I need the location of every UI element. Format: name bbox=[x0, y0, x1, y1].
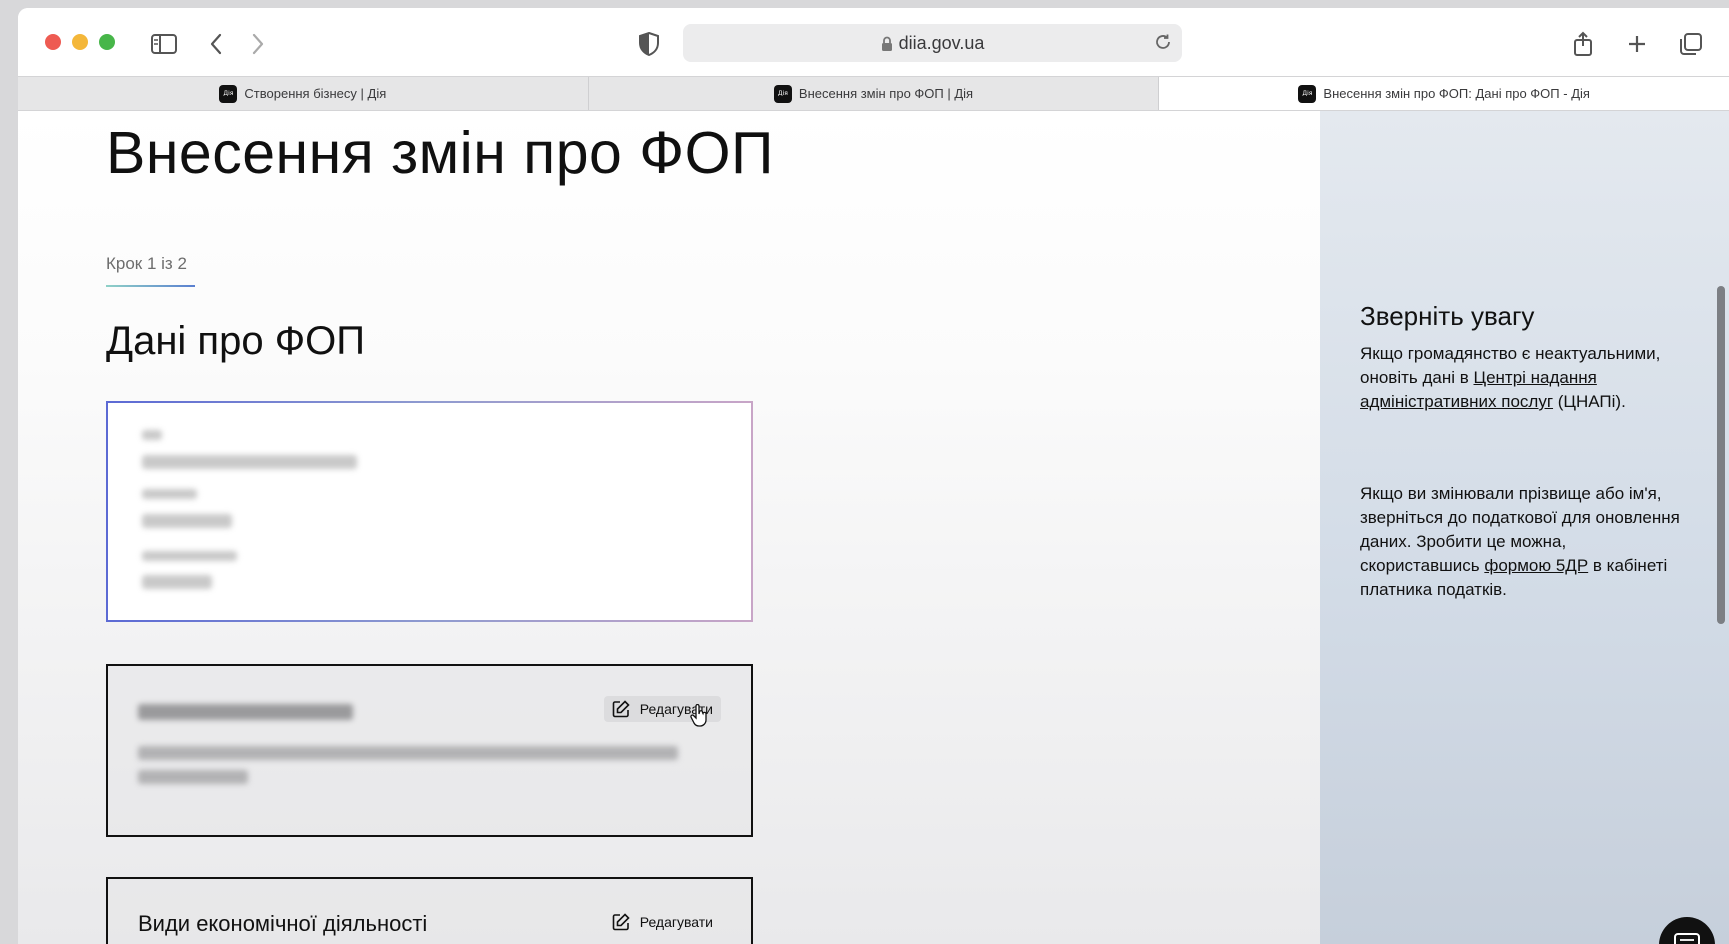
url-text: diia.gov.ua bbox=[898, 32, 985, 53]
notice-paragraph-1: Якщо громадянство є неактуальними, онові… bbox=[1360, 342, 1690, 414]
edit-label: Редагувати bbox=[639, 914, 713, 930]
diia-favicon-icon: Дія bbox=[1298, 84, 1317, 103]
shield-icon[interactable] bbox=[635, 30, 663, 58]
step-progress-line bbox=[106, 285, 195, 287]
page-scrollbar[interactable] bbox=[1717, 286, 1725, 624]
address-bar[interactable]: diia.gov.ua bbox=[683, 24, 1182, 62]
tab-label: Створення бізнесу | Дія bbox=[244, 86, 387, 101]
edit-icon bbox=[612, 700, 630, 718]
blurred-address-line bbox=[138, 746, 678, 760]
notice-paragraph-2: Якщо ви змінювали прізвище або ім'я, зве… bbox=[1360, 482, 1690, 602]
tab-label: Внесення змін про ФОП: Дані про ФОП - Ді… bbox=[1323, 86, 1590, 101]
main-column: Внесення змін про ФОП Крок 1 із 2 Дані п… bbox=[18, 111, 1320, 944]
blurred-label bbox=[142, 430, 162, 440]
edit-activity-button[interactable]: Редагувати bbox=[604, 909, 721, 935]
browser-toolbar: diia.gov.ua bbox=[18, 8, 1729, 76]
reload-icon[interactable] bbox=[1154, 33, 1172, 56]
page-title: Внесення змін про ФОП bbox=[106, 120, 774, 186]
lock-icon bbox=[881, 36, 893, 51]
address-card: Редагувати bbox=[106, 664, 753, 837]
tab-label: Внесення змін про ФОП | Дія bbox=[798, 86, 974, 101]
blurred-value bbox=[142, 514, 232, 528]
edit-icon bbox=[612, 913, 630, 931]
card-title: Види економічної діяльності bbox=[138, 911, 428, 936]
page-content: Внесення змін про ФОП Крок 1 із 2 Дані п… bbox=[18, 111, 1729, 944]
step-indicator: Крок 1 із 2 bbox=[106, 254, 187, 273]
blurred-value bbox=[142, 455, 357, 469]
share-icon[interactable] bbox=[1569, 30, 1597, 58]
tabs-icon[interactable] bbox=[1677, 30, 1705, 58]
hand-cursor-icon bbox=[690, 704, 707, 727]
blurred-label bbox=[142, 551, 237, 561]
notice-title: Зверніть увагу bbox=[1360, 301, 1535, 331]
blurred-label bbox=[142, 489, 197, 499]
diia-favicon-icon: Дія bbox=[219, 84, 238, 103]
forward-icon[interactable] bbox=[244, 30, 272, 58]
minimize-window-button[interactable] bbox=[72, 34, 88, 50]
form-5dr-link[interactable]: формою 5ДР bbox=[1484, 556, 1588, 575]
info-side-panel: Зверніть увагу Якщо громадянство є неакт… bbox=[1320, 111, 1729, 944]
plus-icon[interactable] bbox=[1623, 30, 1651, 58]
personal-info-card bbox=[106, 401, 753, 622]
tab-fop-changes[interactable]: Дія Внесення змін про ФОП | Дія bbox=[589, 77, 1160, 110]
blurred-card-title bbox=[138, 704, 353, 720]
browser-window: diia.gov.ua Дія Створення бізнесу | Дія … bbox=[18, 8, 1729, 944]
tab-create-business[interactable]: Дія Створення бізнесу | Дія bbox=[18, 77, 589, 110]
chat-button[interactable] bbox=[1659, 917, 1715, 944]
chat-icon bbox=[1674, 933, 1700, 944]
blurred-value bbox=[142, 575, 212, 589]
back-icon[interactable] bbox=[202, 30, 230, 58]
economic-activity-card: Види економічної діяльності Редагувати bbox=[106, 877, 753, 944]
tab-fop-data[interactable]: Дія Внесення змін про ФОП: Дані про ФОП … bbox=[1159, 77, 1729, 110]
notice-text: (ЦНАПі). bbox=[1553, 392, 1626, 411]
diia-favicon-icon: Дія bbox=[773, 84, 792, 103]
close-window-button[interactable] bbox=[45, 34, 61, 50]
section-title: Дані про ФОП bbox=[106, 319, 365, 363]
maximize-window-button[interactable] bbox=[99, 34, 115, 50]
tab-bar: Дія Створення бізнесу | Дія Дія Внесення… bbox=[18, 76, 1729, 111]
blurred-address-line bbox=[138, 770, 248, 784]
sidebar-icon[interactable] bbox=[150, 30, 178, 58]
